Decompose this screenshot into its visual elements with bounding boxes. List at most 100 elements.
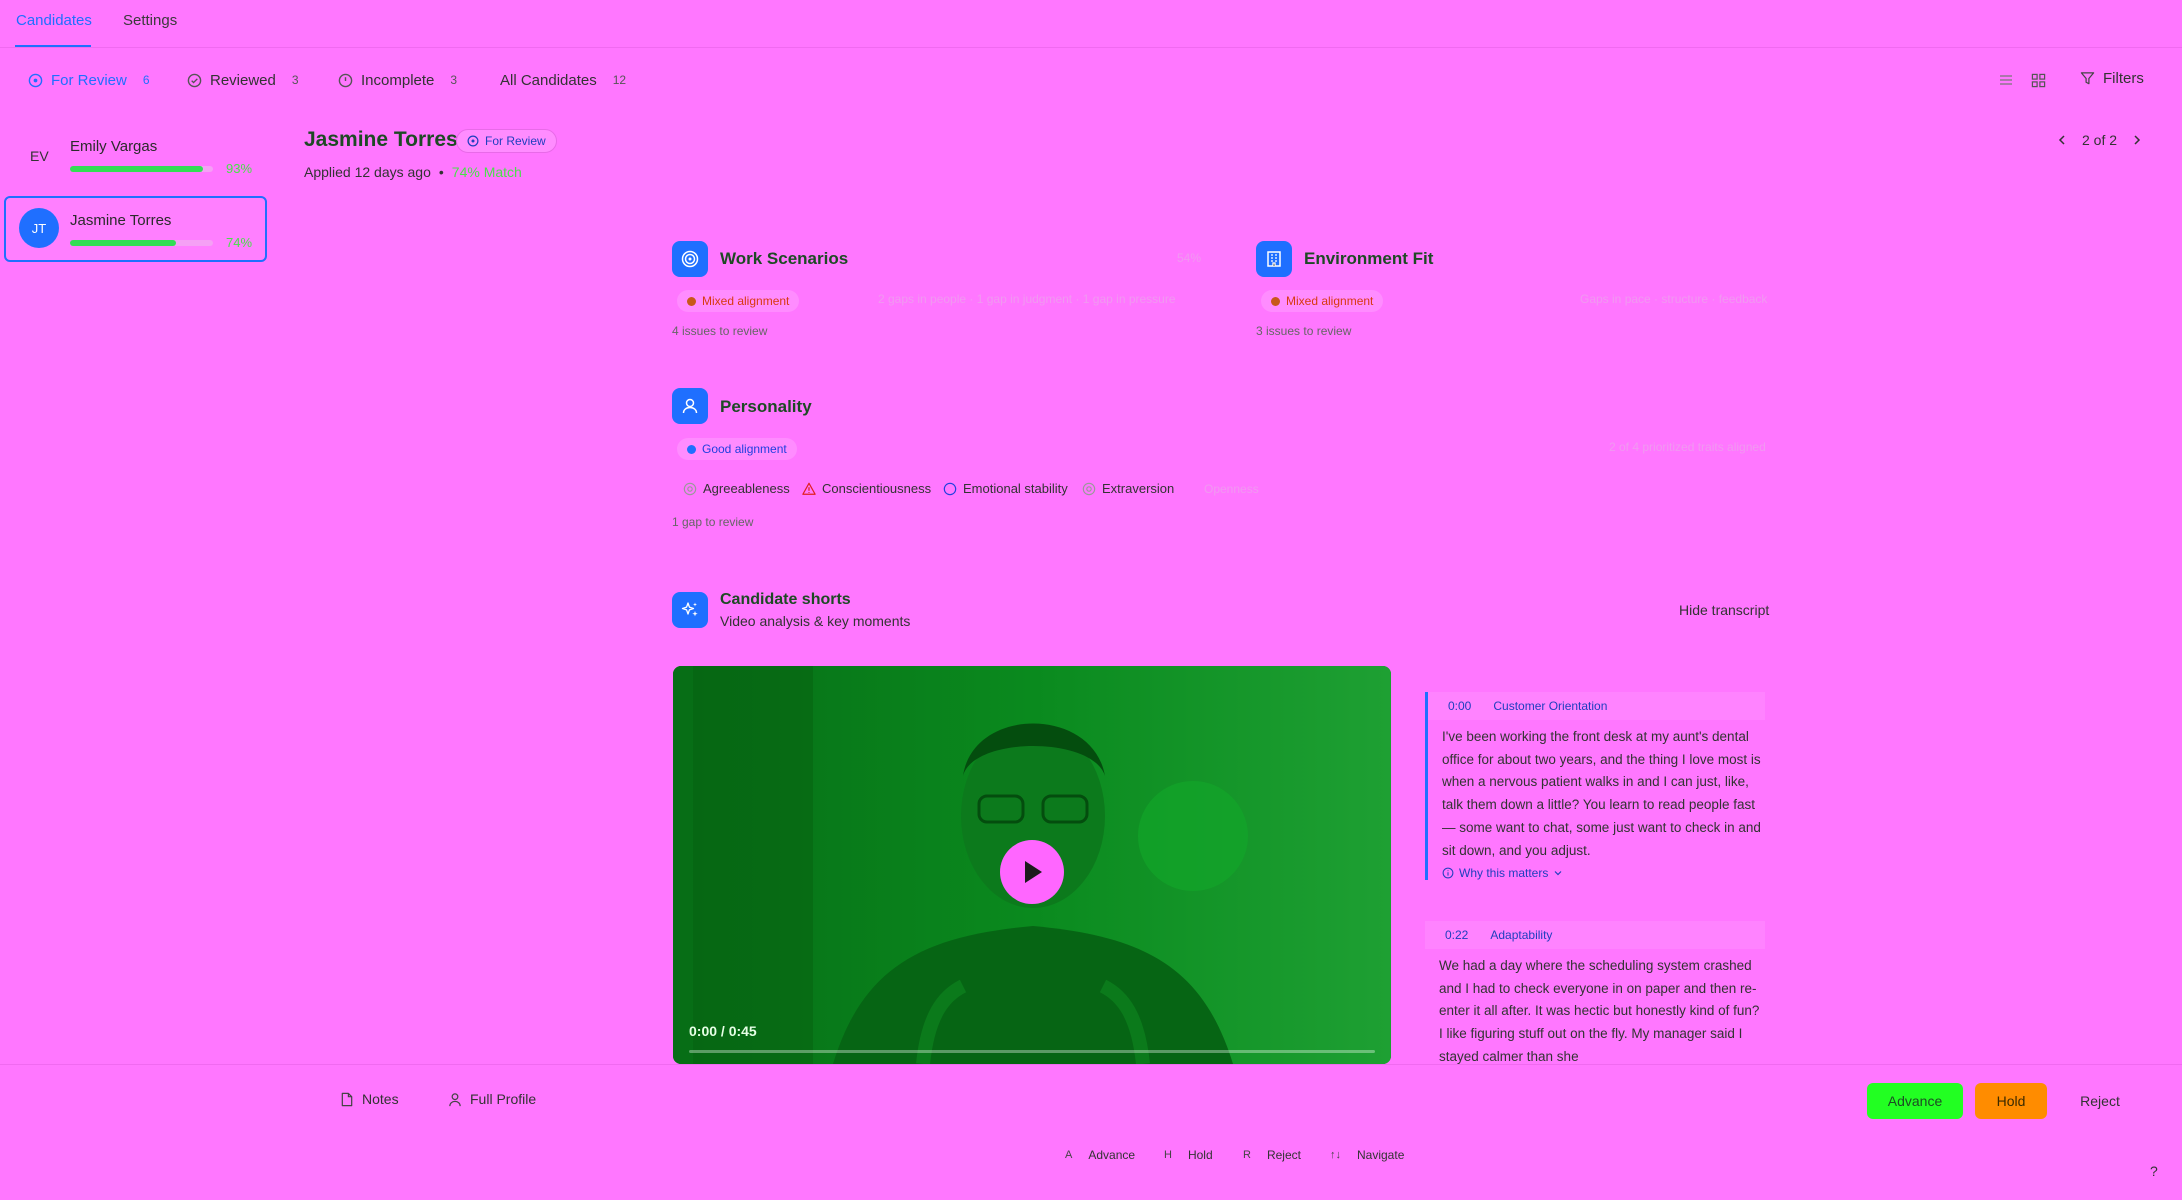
target-icon bbox=[1082, 482, 1096, 496]
filter-label: For Review bbox=[51, 71, 127, 89]
filter-label: Incomplete bbox=[361, 71, 435, 89]
trait-label: Extraversion bbox=[1102, 481, 1175, 496]
moment-text: I've been working the front desk at my a… bbox=[1442, 729, 1761, 858]
clock-icon bbox=[338, 73, 353, 88]
trait-emotional-stability[interactable]: Emotional stability bbox=[943, 481, 1068, 496]
trait-label: Emotional stability bbox=[963, 481, 1068, 496]
target-icon bbox=[467, 135, 479, 147]
shortcut-key: A bbox=[1065, 1149, 1073, 1161]
environment-fit-detail: Gaps in pace · structure · feedback bbox=[1580, 292, 1768, 306]
trait-agreeableness[interactable]: Agreeableness bbox=[683, 481, 790, 496]
status-dot bbox=[687, 444, 696, 454]
notes-button[interactable]: Notes bbox=[340, 1091, 399, 1107]
moment-text: We had a day where the scheduling system… bbox=[1439, 958, 1760, 1064]
moment-timestamp[interactable]: 0:00 bbox=[1448, 699, 1471, 713]
info-icon bbox=[1442, 867, 1454, 879]
trait-label: Agreeableness bbox=[703, 481, 790, 496]
play-icon bbox=[1020, 859, 1044, 885]
hold-button[interactable]: Hold bbox=[1975, 1083, 2047, 1119]
filter-count: 6 bbox=[142, 73, 150, 87]
candidate-item-jasmine[interactable]: JT Jasmine Torres 74% bbox=[4, 196, 267, 262]
personality-title[interactable]: Personality bbox=[720, 397, 812, 417]
target-icon bbox=[28, 73, 43, 88]
status-dot bbox=[1271, 296, 1280, 306]
moment-category: Adaptability bbox=[1490, 928, 1553, 942]
pager-text: 2 of 2 bbox=[2082, 132, 2118, 148]
environment-fit-icon-tile bbox=[1256, 241, 1292, 277]
shortcut-reject: R Reject bbox=[1243, 1148, 1301, 1162]
circle-icon bbox=[943, 482, 957, 496]
list-view-button[interactable] bbox=[1996, 70, 2016, 90]
full-profile-button[interactable]: Full Profile bbox=[448, 1091, 536, 1107]
video-progress[interactable] bbox=[689, 1050, 1375, 1053]
help-button[interactable]: ? bbox=[2150, 1163, 2158, 1179]
applied-line: Applied 12 days ago • 74% Match bbox=[304, 164, 522, 180]
work-scenarios-detail: 2 gaps in people · 1 gap in judgment · 1… bbox=[878, 292, 1176, 306]
filters-button[interactable]: Filters bbox=[2080, 70, 2144, 87]
action-bar bbox=[0, 1064, 2182, 1136]
pager: 2 of 2 bbox=[2056, 132, 2143, 148]
active-tab-indicator bbox=[15, 45, 91, 47]
shortcut-navigate: ↑↓ Navigate bbox=[1330, 1148, 1404, 1162]
candidate-name: Emily Vargas bbox=[70, 138, 158, 155]
video-time: 0:00 / 0:45 bbox=[689, 1023, 757, 1039]
alignment-label: Good alignment bbox=[702, 442, 787, 456]
user-icon bbox=[448, 1092, 462, 1107]
filter-all-candidates[interactable]: All Candidates 12 bbox=[500, 70, 626, 90]
match-percent: 74% bbox=[226, 235, 253, 250]
filter-label: Reviewed bbox=[210, 71, 276, 89]
advance-button[interactable]: Advance bbox=[1867, 1083, 1963, 1119]
environment-fit-title[interactable]: Environment Fit bbox=[1304, 249, 1433, 269]
filter-count: 12 bbox=[612, 73, 627, 87]
reject-button[interactable]: Reject bbox=[2065, 1083, 2135, 1119]
moment-timestamp[interactable]: 0:22 bbox=[1445, 928, 1468, 942]
full-profile-label: Full Profile bbox=[470, 1091, 537, 1107]
filter-incomplete[interactable]: Incomplete 3 bbox=[338, 70, 457, 90]
filter-label: All Candidates bbox=[500, 71, 597, 89]
filter-count: 3 bbox=[450, 73, 458, 87]
next-icon[interactable] bbox=[2131, 134, 2143, 146]
shortcut-key: ↑↓ bbox=[1330, 1149, 1341, 1161]
alignment-label: Mixed alignment bbox=[702, 294, 790, 308]
grid-icon bbox=[2031, 73, 2046, 88]
status-dot bbox=[687, 296, 696, 306]
tab-candidates[interactable]: Candidates bbox=[16, 12, 92, 29]
target-icon bbox=[680, 249, 700, 269]
target-icon bbox=[683, 482, 697, 496]
trait-extraversion[interactable]: Extraversion bbox=[1082, 481, 1174, 496]
filter-reviewed[interactable]: Reviewed 3 bbox=[187, 70, 299, 90]
candidate-item-emily[interactable]: EV Emily Vargas 93% bbox=[4, 124, 267, 190]
trait-label: Conscientiousness bbox=[822, 481, 932, 496]
filter-for-review[interactable]: For Review 6 bbox=[28, 70, 150, 90]
why-this-matters-toggle[interactable]: Why this matters bbox=[1428, 866, 1765, 880]
shorts-title: Candidate shorts bbox=[720, 591, 851, 608]
transcript-moment[interactable]: 0:00 Customer Orientation I've been work… bbox=[1425, 692, 1765, 881]
grid-view-button[interactable] bbox=[2028, 70, 2048, 90]
why-label: Why this matters bbox=[1459, 866, 1549, 881]
work-scenarios-score: 54% bbox=[1177, 251, 1202, 265]
work-scenarios-title[interactable]: Work Scenarios bbox=[720, 249, 848, 269]
alignment-badge: Mixed alignment bbox=[1261, 290, 1384, 312]
prev-icon[interactable] bbox=[2056, 134, 2068, 146]
transcript-moment[interactable]: 0:22 Adaptability We had a day where the… bbox=[1425, 921, 1765, 1064]
shortcut-key: R bbox=[1243, 1149, 1251, 1161]
personality-detail: 2 of 4 prioritized traits aligned bbox=[1609, 440, 1766, 454]
shortcut-label: Navigate bbox=[1357, 1148, 1405, 1162]
alignment-label: Mixed alignment bbox=[1286, 294, 1374, 308]
shortcut-label: Advance bbox=[1088, 1148, 1136, 1162]
hide-transcript-button[interactable]: Hide transcript bbox=[1679, 602, 1769, 618]
match-bar-fill bbox=[70, 240, 176, 246]
filters-label: Filters bbox=[2103, 70, 2144, 87]
alignment-badge: Good alignment bbox=[677, 438, 797, 460]
play-button[interactable] bbox=[1000, 840, 1064, 904]
building-icon bbox=[1264, 249, 1284, 269]
shortcut-advance: A Advance bbox=[1065, 1148, 1135, 1162]
alignment-badge: Mixed alignment bbox=[677, 290, 800, 312]
trait-openness: Openness bbox=[1204, 482, 1259, 496]
chevron-down-icon bbox=[1553, 868, 1563, 878]
avatar: JT bbox=[19, 208, 59, 248]
personality-issues: 1 gap to review bbox=[672, 515, 754, 529]
person-icon bbox=[680, 396, 700, 416]
tab-settings[interactable]: Settings bbox=[123, 12, 177, 29]
trait-conscientiousness[interactable]: Conscientiousness bbox=[802, 481, 931, 496]
